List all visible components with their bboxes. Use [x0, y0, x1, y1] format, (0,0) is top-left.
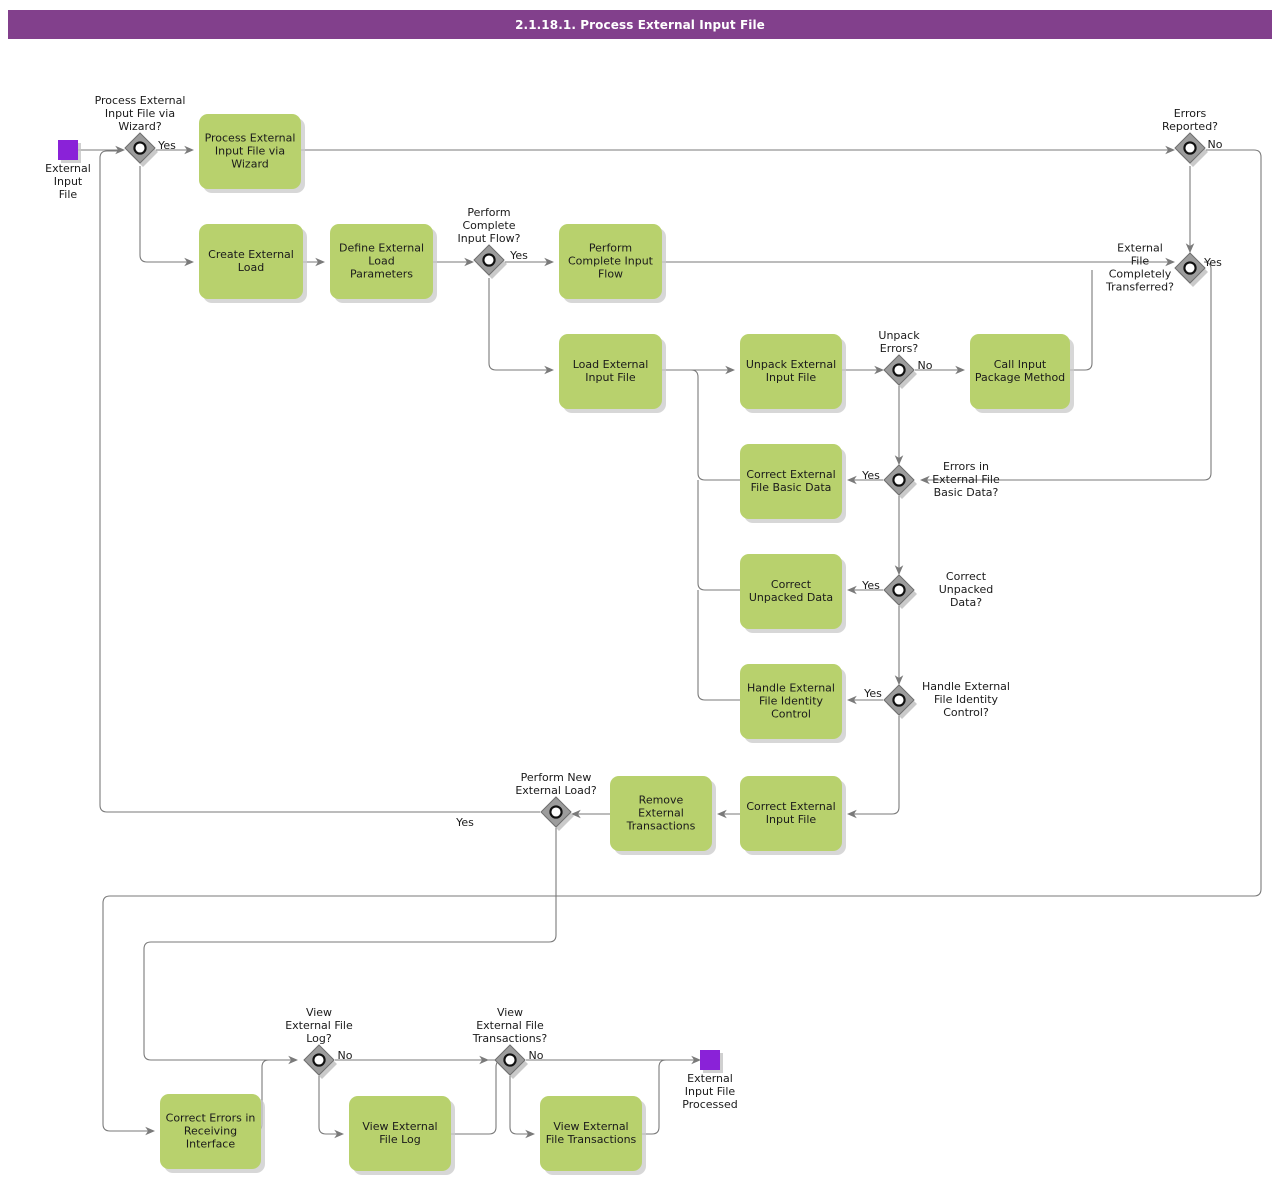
flowchart-canvas: Process External Input File via WizardCrea…	[45, 94, 1262, 1175]
flow-complete-flow-no-to-load-external-input-file	[488, 278, 555, 375]
flow-view-file-log-gateway-to-task	[318, 1076, 345, 1139]
event-marker[interactable]	[700, 1050, 720, 1070]
gateway-perform-complete-input-flow-label: Perform Complete Input Flow?	[458, 206, 521, 245]
gateway-event-ring	[892, 363, 906, 377]
edge-label-view-file-log-no: No	[338, 1049, 353, 1062]
flow-new-external-load-yes-to-start-trunk	[99, 150, 540, 813]
gateway-external-file-completely-transferred-label: External File Completely Transferred?	[1105, 242, 1174, 294]
node-layer	[58, 114, 1208, 1175]
edge-label-unpacked-data-yes: Yes	[861, 579, 880, 592]
gateway-perform-complete-input-flow[interactable]	[473, 244, 507, 279]
edge-label-complete-input-flow-yes: Yes	[509, 249, 528, 262]
gateway-view-external-file-transactions-label: View External File Transactions?	[472, 1006, 548, 1045]
task-correct-external-file-basic-data-label: Correct External File Basic Data	[746, 468, 835, 494]
flow-identity-control-to-correct-external-input-file	[846, 716, 900, 819]
gateway-event-ring	[133, 141, 147, 155]
flow-wizard-gateway-no-to-create-external-load	[139, 166, 195, 267]
gateway-errors-in-external-file-basic-data[interactable]	[883, 464, 917, 499]
gateway-event-ring	[503, 1053, 517, 1067]
flow-view-transactions-task-to-end-event	[642, 1059, 680, 1135]
gateway-process-external-input-file-via-wizard-label: Process External Input File via Wizard?	[95, 94, 186, 133]
edge-label-new-external-load-yes: Yes	[455, 816, 474, 829]
gateway-unpack-errors-label: Unpack Errors?	[878, 329, 920, 355]
gateway-event-ring	[892, 583, 906, 597]
flow-view-transactions-gateway-to-task	[509, 1076, 536, 1139]
flow-identity-control-back-to-riser	[697, 590, 740, 701]
edge-label-errors-reported-no: No	[1208, 138, 1223, 151]
gateway-event-ring	[549, 805, 563, 819]
gateway-event-ring	[312, 1053, 326, 1067]
gateway-event-ring	[1183, 141, 1197, 155]
gateway-perform-new-external-load-label: Perform New External Load?	[515, 771, 597, 797]
flow-correct-basic-data-back-to-unpack	[690, 369, 740, 481]
gateway-view-external-file-log-label: View External File Log?	[285, 1006, 353, 1045]
flow-correct-unpacked-data-back-to-riser	[697, 480, 740, 591]
gateway-event-ring	[892, 693, 906, 707]
gateway-errors-reported[interactable]	[1174, 132, 1208, 167]
edge-label-view-transactions-no: No	[529, 1049, 544, 1062]
external-input-file-processed-end-event[interactable]	[700, 1050, 723, 1073]
event-marker[interactable]	[58, 140, 78, 160]
gateway-view-external-file-transactions[interactable]	[494, 1044, 528, 1079]
gateway-unpack-errors[interactable]	[883, 354, 917, 389]
gateway-errors-in-external-file-basic-data-label: Errors in External File Basic Data?	[932, 460, 1000, 499]
gateway-external-file-completely-transferred[interactable]	[1174, 252, 1208, 287]
external-input-file-processed-end-event-label: External Input File Processed	[682, 1072, 737, 1111]
external-input-file-start-event[interactable]	[58, 140, 81, 163]
flow-view-file-log-task-to-transactions-gateway	[451, 1059, 504, 1135]
gateway-errors-reported-label: Errors Reported?	[1162, 107, 1218, 133]
diagram-page: 2.1.18.1. Process External Input File Pr…	[0, 0, 1280, 1180]
edge-label-wizard-yes: Yes	[157, 139, 176, 152]
gateway-event-ring	[892, 473, 906, 487]
edge-label-identity-control-yes: Yes	[863, 687, 882, 700]
gateway-perform-new-external-load[interactable]	[540, 796, 574, 831]
edge-label-basic-data-yes: Yes	[861, 469, 880, 482]
gateway-process-external-input-file-via-wizard[interactable]	[124, 132, 158, 167]
gateway-correct-unpacked-data[interactable]	[883, 574, 917, 609]
edge-label-completely-transferred-yes: Yes	[1203, 256, 1222, 269]
gateway-event-ring	[482, 253, 496, 267]
gateway-view-external-file-log[interactable]	[303, 1044, 337, 1079]
gateway-event-ring	[1183, 261, 1197, 275]
gateway-handle-external-file-identity-control[interactable]	[883, 684, 917, 719]
task-view-external-file-transactions-label: View External File Transactions	[546, 1120, 637, 1146]
external-input-file-start-event-label: External Input File	[45, 162, 91, 201]
edge-label-unpack-errors-no: No	[918, 359, 933, 372]
gateway-correct-unpacked-data-label: Correct Unpacked Data?	[939, 570, 994, 609]
gateway-handle-external-file-identity-control-label: Handle External File Identity Control?	[922, 680, 1010, 719]
